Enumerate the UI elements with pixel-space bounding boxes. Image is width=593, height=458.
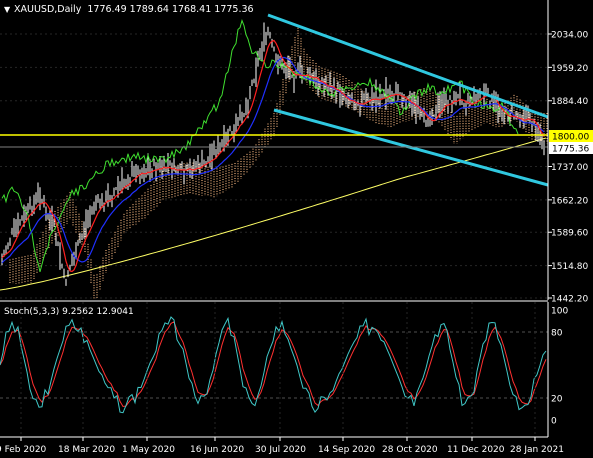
collapse-triangle-icon[interactable]: ▼ <box>4 5 11 14</box>
date-tick-label: 30 Jul 2020 <box>255 445 306 455</box>
date-tick-label: 11 Dec 2020 <box>447 445 505 455</box>
date-tick-label: 16 Jun 2020 <box>190 445 244 455</box>
price-tick-label: 1442.20 <box>551 295 588 305</box>
price-tick-label: 1959.20 <box>551 64 588 74</box>
date-tick-label: 14 Sep 2020 <box>318 445 375 455</box>
price-tick-label: 1737.00 <box>551 163 588 173</box>
stochastic-title: Stoch(5,3,3) 9.2562 12.9041 <box>4 307 134 317</box>
date-tick-label: 9 Feb 2020 <box>0 445 47 455</box>
price-tick-label: 1589.60 <box>551 229 588 239</box>
trading-chart[interactable]: ▼ XAUUSD,Daily 1776.49 1789.64 1768.41 1… <box>0 0 593 458</box>
stochastic-level-label: 80 <box>551 329 563 339</box>
symbol-header: XAUUSD,Daily 1776.49 1789.64 1768.41 177… <box>14 4 254 15</box>
last-price-label: 1775.36 <box>552 145 589 155</box>
stochastic-level-label: 100 <box>551 307 568 317</box>
price-tick-label: 1662.20 <box>551 196 588 206</box>
stochastic-level-label: 0 <box>551 417 557 427</box>
date-tick-label: 18 Mar 2020 <box>58 445 115 455</box>
price-tick-label: 1884.40 <box>551 97 588 107</box>
date-tick-label: 28 Jan 2021 <box>510 445 564 455</box>
hline-price-label: 1800.00 <box>552 133 589 143</box>
price-tick-label: 2034.00 <box>551 31 588 41</box>
date-tick-label: 28 Oct 2020 <box>382 445 438 455</box>
stochastic-level-label: 20 <box>551 395 563 405</box>
price-axis-ticks: 2034.00 1959.20 1884.40 1737.00 1662.20 1589.… <box>548 31 588 305</box>
date-tick-label: 1 May 2020 <box>122 445 175 455</box>
chart-background <box>0 0 593 458</box>
price-tick-label: 1514.80 <box>551 262 588 272</box>
